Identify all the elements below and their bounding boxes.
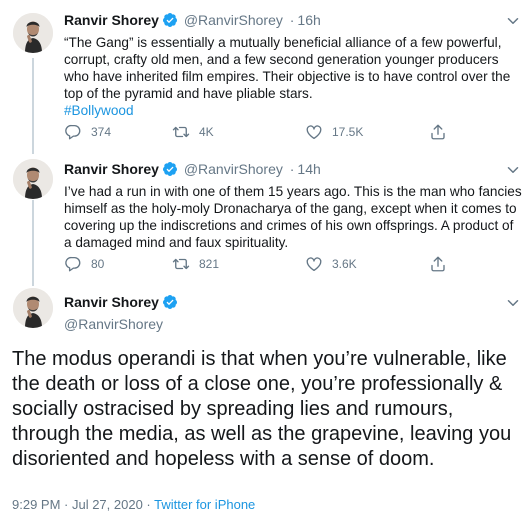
tweet-source-link[interactable]: Twitter for iPhone (154, 497, 255, 512)
share-icon (429, 255, 447, 273)
verified-badge-icon (162, 12, 178, 33)
author-name[interactable]: Ranvir Shorey (64, 161, 159, 177)
like-count: 3.6K (332, 257, 357, 271)
reply-count: 374 (91, 125, 112, 139)
reply-count: 80 (91, 257, 105, 271)
like-button[interactable]: 3.6K (305, 255, 357, 273)
tweet-time[interactable]: 16h (297, 12, 320, 28)
verified-badge-icon (162, 294, 178, 315)
retweet-button[interactable]: 821 (172, 255, 219, 273)
reply-icon (64, 123, 82, 141)
tweet-text: “The Gang” is essentially a mutually ben… (64, 34, 522, 119)
share-icon (429, 123, 447, 141)
author-name[interactable]: Ranvir Shorey (64, 12, 159, 28)
reply-icon (64, 255, 82, 273)
retweet-icon (172, 255, 190, 273)
separator: · (289, 12, 295, 28)
separator: · (289, 161, 295, 177)
author-handle[interactable]: @RanvirShorey (184, 12, 283, 28)
heart-icon (305, 123, 323, 141)
share-button[interactable] (429, 255, 456, 273)
tweet-timestamp[interactable]: 9:29 PM · Jul 27, 2020 · (12, 497, 154, 512)
share-button[interactable] (429, 123, 456, 141)
tweet-time[interactable]: 14h (297, 161, 320, 177)
tweet-text: I’ve had a run in with one of them 15 ye… (64, 184, 522, 250)
heart-icon (305, 255, 323, 273)
chevron-down-icon[interactable] (504, 161, 522, 179)
like-count: 17.5K (332, 125, 364, 139)
retweet-icon (172, 123, 190, 141)
main-tweet-text: The modus operandi is that when you’re v… (12, 348, 512, 470)
thread-tweet-2[interactable]: Ranvir Shorey @RanvirShorey · 14h I’ve ha… (0, 150, 532, 285)
avatar[interactable] (13, 288, 53, 328)
reply-button[interactable]: 80 (64, 255, 104, 273)
reply-button[interactable]: 374 (64, 123, 111, 141)
author-name[interactable]: Ranvir Shorey (64, 294, 159, 310)
retweet-count: 821 (199, 257, 220, 271)
chevron-down-icon[interactable] (504, 294, 522, 312)
author-handle[interactable]: @RanvirShorey (64, 316, 163, 332)
retweet-count: 4K (199, 125, 214, 139)
avatar[interactable] (13, 13, 53, 53)
thread-tweet-1[interactable]: Ranvir Shorey @RanvirShorey · 16h “The Ga… (0, 0, 532, 155)
author-handle[interactable]: @RanvirShorey (184, 161, 283, 177)
like-button[interactable]: 17.5K (305, 123, 363, 141)
tweet-metadata: 9:29 PM · Jul 27, 2020 · Twitter for iPh… (12, 497, 255, 512)
tweet-text-content: “The Gang” is essentially a mutually ben… (64, 35, 511, 101)
chevron-down-icon[interactable] (504, 12, 522, 30)
verified-badge-icon (162, 161, 178, 182)
hashtag-link[interactable]: #Bollywood (64, 102, 522, 119)
avatar[interactable] (13, 159, 53, 199)
retweet-button[interactable]: 4K (172, 123, 214, 141)
